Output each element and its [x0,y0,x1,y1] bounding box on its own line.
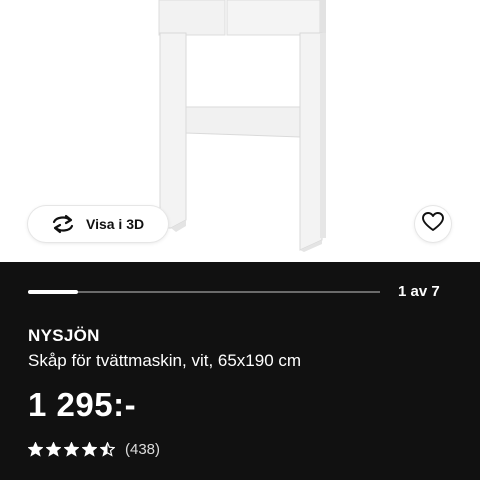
rating-row[interactable]: (438) [28,441,160,458]
rating-stars [28,442,118,457]
carousel-counter: 1 av 7 [398,283,440,300]
star-full-icon [82,442,97,457]
product-info-panel: 1 av 7 NYSJÖN Skåp för tvättmaskin, vit,… [0,262,480,480]
heart-icon [422,211,444,237]
carousel-progress-track [28,290,380,294]
cutoff-text-row [28,476,448,480]
product-description: Skåp för tvättmaskin, vit, 65x190 cm [28,351,302,370]
rotate-arrows-icon [50,214,76,234]
product-image-area: Visa i 3D [0,0,480,262]
star-full-icon [28,442,43,457]
product-name[interactable]: NYSJÖN [28,326,100,346]
product-price: 1 295:- [28,386,137,423]
star-half-icon [100,442,115,457]
star-full-icon [64,442,79,457]
rating-count: (438) [125,441,161,458]
view-3d-label: Visa i 3D [86,216,145,232]
favorite-button[interactable] [415,206,451,242]
star-full-icon [46,442,61,457]
view-3d-button[interactable]: Visa i 3D [28,206,168,242]
carousel-progress-indicator [28,290,79,294]
